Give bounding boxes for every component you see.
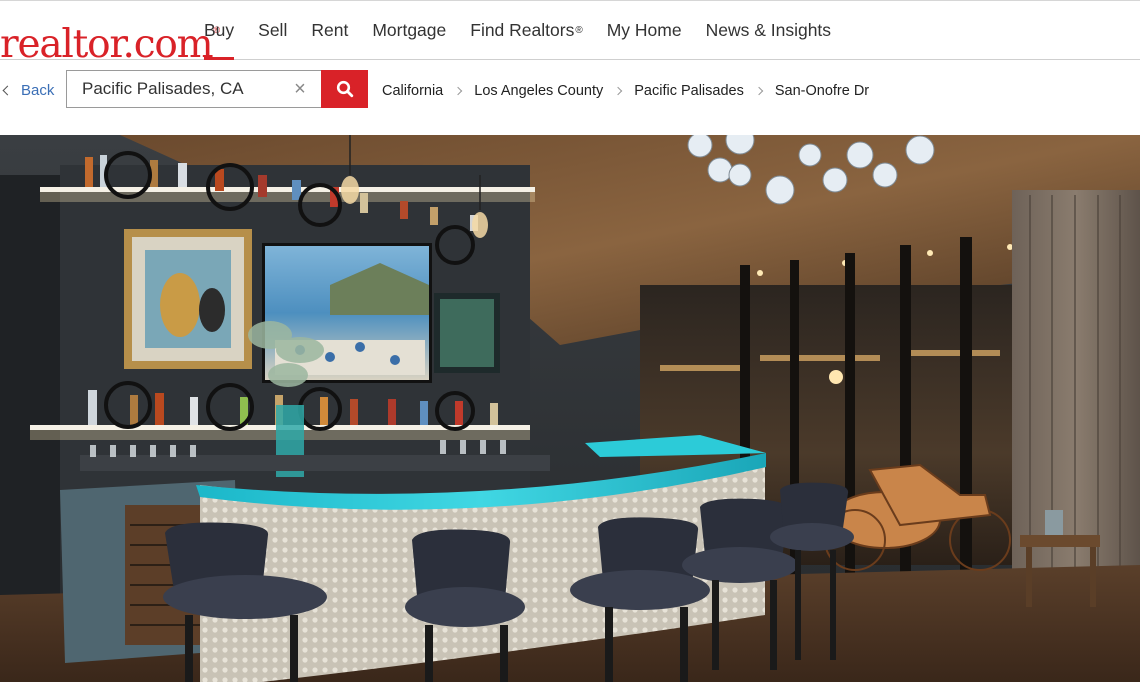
listing-photo[interactable] — [0, 135, 1140, 682]
breadcrumb-california[interactable]: California — [382, 83, 443, 99]
nav-rent[interactable]: Rent — [299, 1, 360, 60]
nav-my-home-label: My Home — [606, 20, 682, 40]
nav-rent-label: Rent — [311, 20, 349, 40]
close-icon[interactable]: × — [290, 79, 310, 99]
breadcrumb: California Los Angeles County Pacific Pa… — [382, 80, 869, 102]
location-search: × — [66, 70, 368, 108]
search-bar-row: Back × California Los Angeles County Pac… — [0, 60, 1140, 135]
nav-my-home[interactable]: My Home — [595, 1, 694, 60]
breadcrumb-san-onofre-dr[interactable]: San-Onofre Dr — [775, 83, 869, 99]
nav-mortgage[interactable]: Mortgage — [360, 1, 458, 60]
nav-buy[interactable]: Buy — [192, 1, 246, 61]
chevron-left-icon — [2, 85, 13, 95]
search-input[interactable] — [66, 70, 321, 108]
nav-find-realtors-label: Find Realtors — [470, 20, 575, 40]
main-menu: Buy Sell Rent Mortgage Find Realtors ® My… — [192, 1, 843, 61]
chevron-right-icon — [454, 86, 463, 96]
realtor-logo[interactable]: realtor.com® — [0, 9, 220, 66]
nav-find-realtors-mark: ® — [575, 25, 583, 36]
nav-buy-label: Buy — [204, 20, 235, 40]
back-link[interactable]: Back — [0, 79, 54, 101]
nav-mortgage-label: Mortgage — [372, 20, 447, 40]
breadcrumb-los-angeles-county[interactable]: Los Angeles County — [474, 83, 603, 99]
nav-sell[interactable]: Sell — [246, 1, 299, 60]
chevron-right-icon — [613, 86, 623, 96]
breadcrumb-pacific-palisades[interactable]: Pacific Palisades — [634, 83, 744, 99]
search-icon — [336, 80, 353, 98]
nav-news-insights[interactable]: News & Insights — [694, 1, 843, 60]
search-button[interactable] — [321, 70, 368, 108]
nav-sell-label: Sell — [258, 20, 288, 40]
chevron-right-icon — [754, 86, 764, 96]
bar-interior-image — [0, 135, 1140, 682]
nav-find-realtors[interactable]: Find Realtors ® — [458, 1, 594, 60]
nav-news-insights-label: News & Insights — [705, 20, 832, 40]
top-navigation: realtor.com® Buy Sell Rent Mortgage Find… — [0, 0, 1140, 66]
back-label: Back — [21, 81, 55, 99]
